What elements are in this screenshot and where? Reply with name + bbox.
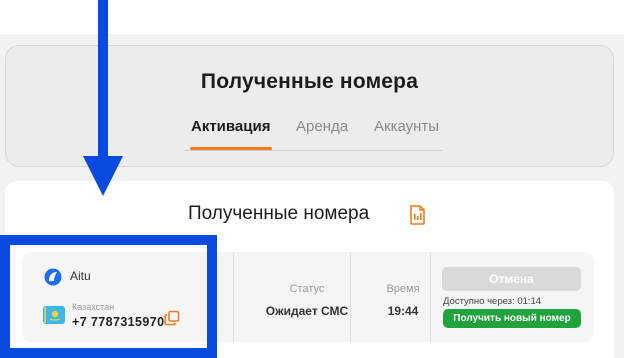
annotation-highlight-box (0, 235, 217, 358)
column-divider (233, 252, 234, 342)
top-strip (0, 0, 624, 34)
document-list-icon[interactable] (409, 205, 426, 225)
cancel-button[interactable]: Отмена (442, 267, 581, 291)
get-new-number-button[interactable]: Получить новый номер (443, 309, 581, 328)
status-label: Статус (289, 283, 325, 295)
time-label: Время (386, 283, 420, 295)
annotation-arrow-head (83, 156, 123, 196)
time-value: 19:44 (387, 304, 419, 318)
tab-activation[interactable]: Активация (191, 118, 270, 135)
annotation-arrow-shaft (98, 0, 108, 160)
column-divider (350, 252, 351, 342)
status-value: Ожидает СМС (265, 304, 349, 318)
available-in-text: Доступно через: 01:14 (443, 296, 542, 307)
tab-bar: Активация Аренда Аккаунты (184, 116, 442, 151)
header-card: Полученные номера Активация Аренда Аккау… (5, 45, 614, 167)
tab-accounts[interactable]: Аккаунты (374, 118, 439, 135)
panel-title: Полученные номера (188, 203, 370, 224)
active-tab-indicator (190, 147, 272, 150)
tab-rent[interactable]: Аренда (296, 118, 348, 135)
column-divider (430, 252, 431, 342)
